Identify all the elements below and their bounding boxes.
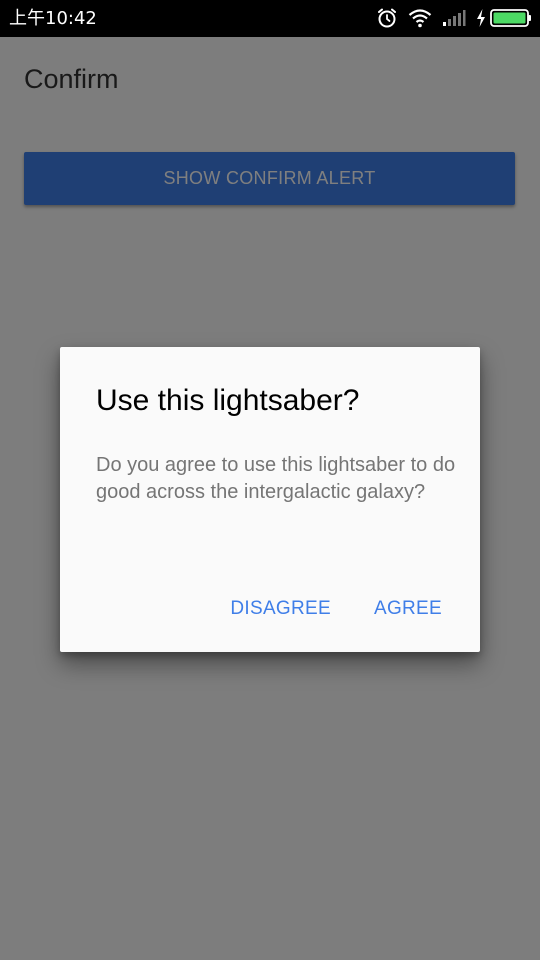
agree-button[interactable]: AGREE [374,598,442,620]
battery-icon [490,9,531,27]
dialog-message: Do you agree to use this lightsaber to d… [96,454,456,503]
status-icons [366,7,532,29]
dialog-actions: DISAGREE AGREE [230,595,442,623]
disagree-button[interactable]: DISAGREE [230,598,331,620]
status-bar: 上午10:42 [0,0,540,37]
wifi-icon [408,9,432,28]
charging-icon [477,9,485,27]
confirm-dialog: Use this lightsaber? Do you agree to use… [60,347,480,652]
signal-icon [443,10,466,26]
status-time: 上午10:42 [9,8,97,29]
alarm-icon [378,8,396,28]
dialog-title: Use this lightsaber? [96,384,360,417]
